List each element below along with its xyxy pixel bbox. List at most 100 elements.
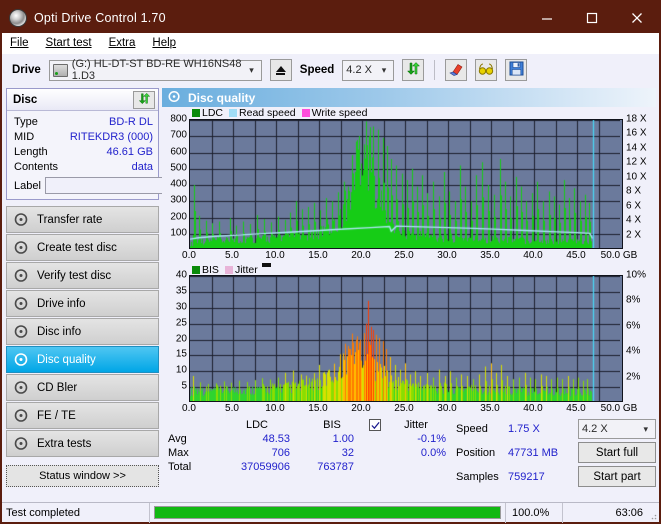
x-tick: 0.0 — [182, 403, 196, 414]
chevron-down-icon: ▾ — [376, 65, 392, 76]
ldc-x-axis: 0.05.010.015.020.025.030.035.040.045.050… — [189, 249, 623, 263]
x-tick: 20.0 — [351, 403, 370, 414]
sidebar-item-disc-info[interactable]: Disc info — [6, 318, 159, 345]
charts-container: LDC Read speed Write speed 1002003004005… — [162, 107, 656, 502]
bis-avg-value: 1.00 — [300, 433, 364, 445]
sidebar-item-verify-test-disc[interactable]: Verify test disc — [6, 262, 159, 289]
y2-tick: 2% — [626, 371, 640, 382]
y-tick: 35 — [176, 285, 187, 296]
bis-chart-legend: BIS Jitter — [162, 263, 656, 275]
y-tick: 200 — [170, 211, 187, 222]
menu-item-help[interactable]: Help — [152, 37, 176, 49]
speed-stat-value: 1.75 X — [508, 423, 574, 435]
samples-stat-label: Samples — [456, 471, 508, 483]
y-tick: 400 — [170, 179, 187, 190]
y2-tick: 6% — [626, 320, 640, 331]
status-window-button[interactable]: Status window >> — [6, 465, 159, 487]
scroll-marker — [262, 263, 271, 267]
start-part-button[interactable]: Start part — [578, 466, 656, 487]
sidebar-item-cd-bler[interactable]: CD Bler — [6, 374, 159, 401]
eject-icon — [276, 66, 286, 75]
menu-item-start-test[interactable]: Start test — [46, 37, 92, 49]
minimize-button[interactable] — [524, 2, 569, 33]
refresh-button[interactable] — [402, 59, 424, 81]
ldc-chart-legend: LDC Read speed Write speed — [162, 107, 656, 119]
disc-label-key: Label — [14, 180, 41, 192]
window-controls — [524, 2, 659, 33]
ldc-chart-plot — [189, 119, 623, 249]
sidebar-item-extra-tests[interactable]: Extra tests — [6, 430, 159, 457]
menu-item-extra[interactable]: Extra — [109, 37, 136, 49]
start-full-button[interactable]: Start full — [578, 442, 656, 463]
eraser-icon — [448, 61, 464, 80]
y-tick: 300 — [170, 195, 187, 206]
jitter-avg-value: -0.1% — [386, 433, 446, 445]
y-tick: 500 — [170, 162, 187, 173]
stats-row-max: Max — [168, 447, 214, 459]
disc-row-key: MID — [14, 131, 34, 143]
start-part-label: Start part — [593, 471, 640, 483]
y-tick: 40 — [176, 270, 187, 281]
ldc-total-value: 37059906 — [214, 461, 300, 473]
erase-button[interactable] — [445, 59, 467, 81]
y-tick: 10 — [176, 365, 187, 376]
refresh-icon — [138, 92, 151, 108]
drive-select-value: (G:) HL-DT-ST BD-RE WH16NS48 1.D3 — [72, 58, 243, 82]
jitter-max-value: 0.0% — [386, 447, 446, 459]
drive-info-icon — [14, 296, 29, 311]
disc-info-icon — [14, 324, 29, 339]
sidebar-item-label: Create test disc — [37, 242, 117, 254]
start-full-label: Start full — [596, 447, 638, 459]
jitter-checkbox[interactable] — [369, 419, 381, 431]
disc-row-contents: Contents data — [7, 159, 158, 174]
bis-y-axis: 510152025303540 — [162, 275, 189, 402]
glasses-icon — [478, 61, 494, 80]
content-area: Disc quality LDC Read speed Write speed … — [162, 86, 659, 502]
position-stat-label: Position — [456, 447, 508, 459]
menu-item-file[interactable]: File — [10, 37, 29, 49]
y-tick: 25 — [176, 317, 187, 328]
x-tick: 45.0 — [566, 250, 585, 261]
y-tick: 5 — [181, 381, 187, 392]
bis-max-value: 32 — [300, 447, 364, 459]
sidebar-item-create-test-disc[interactable]: Create test disc — [6, 234, 159, 261]
sidebar-item-label: Drive info — [37, 298, 86, 310]
speed-stat-label: Speed — [456, 423, 508, 435]
error-stats: LDC BIS Jitter Avg 48.53 1.00 -0.1% Ma — [162, 419, 452, 487]
test-speed-value: 4.2 X — [582, 423, 608, 435]
stats-row-total: Total — [168, 461, 214, 473]
extra-tests-icon — [14, 436, 29, 451]
disc-refresh-button[interactable] — [133, 91, 155, 109]
y-tick: 700 — [170, 130, 187, 141]
test-speed-select[interactable]: 4.2 X ▾ — [578, 419, 656, 439]
maximize-button[interactable] — [569, 2, 614, 33]
fe-te-icon — [14, 408, 29, 423]
disc-verify-icon — [14, 268, 29, 283]
resize-grip[interactable] — [647, 510, 657, 520]
stats-col-ldc: LDC — [214, 419, 300, 431]
sidebar-item-fe-te[interactable]: FE / TE — [6, 402, 159, 429]
drive-toolbar: Drive (G:) HL-DT-ST BD-RE WH16NS48 1.D3 … — [2, 54, 659, 86]
sidebar-item-transfer-rate[interactable]: Transfer rate — [6, 206, 159, 233]
ldc-chart-plotrow: 100200300400500600700800 2 X4 X6 X8 X10 … — [162, 119, 656, 249]
inspect-button[interactable] — [475, 59, 497, 81]
close-button[interactable] — [614, 2, 659, 33]
drive-select[interactable]: (G:) HL-DT-ST BD-RE WH16NS48 1.D3 ▾ — [49, 60, 262, 81]
speed-select[interactable]: 4.2 X ▾ — [342, 60, 394, 81]
sidebar-item-drive-info[interactable]: Drive info — [6, 290, 159, 317]
disc-transfer-icon — [14, 212, 29, 227]
x-tick: 20.0 — [351, 250, 370, 261]
position-stat-value: 47731 MB — [508, 447, 574, 459]
sidebar-item-disc-quality[interactable]: Disc quality — [6, 346, 159, 373]
progress-percent: 100.0% — [505, 503, 563, 523]
sidebar-item-label: CD Bler — [37, 382, 77, 394]
y-tick: 800 — [170, 114, 187, 125]
eject-button[interactable] — [270, 59, 292, 81]
y-tick: 15 — [176, 349, 187, 360]
chevron-down-icon: ▾ — [243, 65, 259, 76]
status-bar: Test completed 100.0% 63:06 — [2, 502, 659, 522]
samples-stat-value: 759217 — [508, 471, 574, 483]
save-button[interactable] — [505, 59, 527, 81]
x-tick: 35.0 — [480, 250, 499, 261]
disc-row-value: BD-R DL — [109, 116, 153, 128]
